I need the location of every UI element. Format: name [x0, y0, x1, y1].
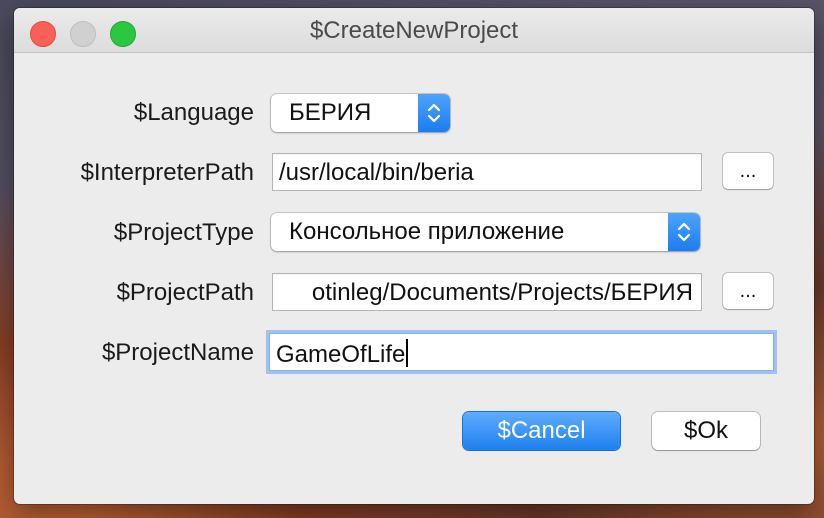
ok-button[interactable]: $Ok	[652, 412, 760, 450]
project-path-field[interactable]: otinleg/Documents/Projects/БЕРИЯ	[272, 273, 702, 311]
browse-interpreter-button[interactable]: ...	[723, 153, 773, 189]
project-name-value: GameOfLife	[276, 341, 406, 368]
language-select[interactable]: БЕРИЯ	[271, 94, 450, 132]
title-bar[interactable]: $CreateNewProject	[14, 8, 814, 53]
project-type-select[interactable]: Консольное приложение	[271, 213, 700, 251]
cancel-button[interactable]: $Cancel	[463, 412, 620, 450]
updown-chevron-icon	[427, 103, 441, 123]
text-caret	[406, 339, 409, 367]
language-selected-value: БЕРИЯ	[289, 99, 372, 126]
project-type-label: $ProjectType	[113, 219, 254, 246]
project-name-field[interactable]: GameOfLife	[269, 333, 774, 371]
project-type-select-arrows[interactable]	[668, 213, 700, 251]
project-name-text-wrap: GameOfLife	[276, 339, 409, 369]
language-select-arrows[interactable]	[418, 94, 450, 132]
project-name-label: $ProjectName	[101, 339, 254, 366]
window-title: $CreateNewProject	[309, 17, 519, 44]
project-type-selected-value: Консольное приложение	[289, 218, 565, 245]
interpreter-path-field[interactable]: /usr/local/bin/beria	[272, 153, 702, 191]
interpreter-path-value: /usr/local/bin/beria	[279, 159, 474, 186]
language-label: $Language	[133, 99, 254, 126]
project-path-value: otinleg/Documents/Projects/БЕРИЯ	[311, 279, 693, 306]
interpreter-path-label: $InterpreterPath	[80, 159, 254, 186]
project-path-label: $ProjectPath	[116, 279, 254, 306]
updown-chevron-icon	[677, 222, 691, 242]
create-project-dialog: $CreateNewProject $Language БЕРИЯ $Inter…	[14, 8, 814, 504]
browse-project-path-button[interactable]: ...	[723, 273, 773, 309]
